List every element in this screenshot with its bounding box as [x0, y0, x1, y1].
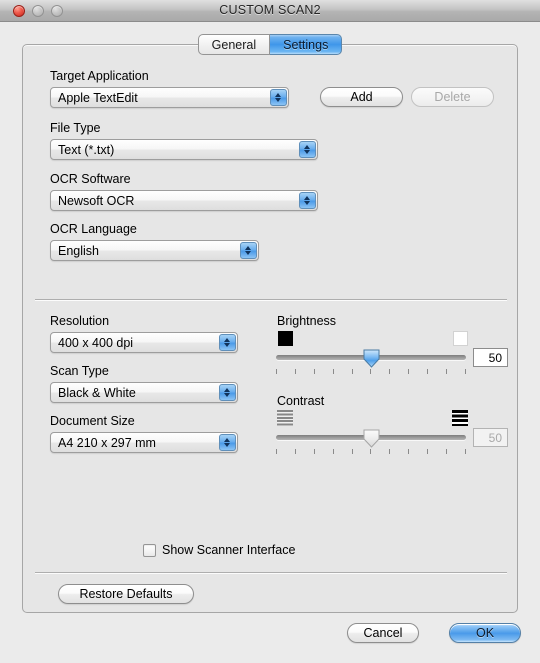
contrast-value[interactable]: 50	[473, 428, 508, 447]
ocr-language-label: OCR Language	[50, 222, 137, 236]
separator-upper	[35, 299, 507, 300]
target-application-value: Apple TextEdit	[58, 91, 138, 105]
custom-scan-dialog: CUSTOM SCAN2 General Settings Target App…	[0, 0, 540, 663]
chevron-updown-icon	[299, 141, 316, 158]
separator-lower	[35, 572, 507, 573]
high-contrast-icon	[452, 410, 468, 426]
chevron-updown-icon	[219, 434, 236, 451]
chevron-updown-icon	[219, 384, 236, 401]
scan-type-select[interactable]: Black & White	[50, 382, 238, 403]
chevron-updown-icon	[219, 334, 236, 351]
tab-general[interactable]: General	[197, 34, 271, 55]
low-contrast-icon	[277, 410, 293, 426]
chevron-updown-icon	[299, 192, 316, 209]
cancel-button[interactable]: Cancel	[347, 623, 419, 643]
title-bar: CUSTOM SCAN2	[0, 0, 540, 22]
document-size-label: Document Size	[50, 414, 135, 428]
ocr-software-value: Newsoft OCR	[58, 194, 135, 208]
document-size-value: A4 210 x 297 mm	[58, 436, 156, 450]
scan-type-label: Scan Type	[50, 364, 109, 378]
file-type-label: File Type	[50, 121, 101, 135]
white-swatch-icon	[453, 331, 468, 346]
brightness-slider-ticks	[276, 369, 466, 374]
ocr-software-label: OCR Software	[50, 172, 131, 186]
restore-defaults-button[interactable]: Restore Defaults	[58, 584, 194, 604]
resolution-label: Resolution	[50, 314, 110, 328]
show-scanner-interface-row[interactable]: Show Scanner Interface	[143, 543, 295, 557]
file-type-value: Text (*.txt)	[58, 143, 115, 157]
ok-button[interactable]: OK	[449, 623, 521, 643]
file-type-select[interactable]: Text (*.txt)	[50, 139, 318, 160]
tab-settings[interactable]: Settings	[270, 34, 343, 55]
ocr-software-select[interactable]: Newsoft OCR	[50, 190, 318, 211]
brightness-slider-thumb[interactable]	[363, 349, 380, 368]
contrast-slider-ticks	[276, 449, 466, 454]
scan-type-value: Black & White	[58, 386, 136, 400]
tab-bar: General Settings	[0, 34, 540, 55]
contrast-slider-thumb[interactable]	[363, 429, 380, 448]
brightness-value[interactable]: 50	[473, 348, 508, 367]
ocr-language-select[interactable]: English	[50, 240, 259, 261]
resolution-value: 400 x 400 dpi	[58, 336, 134, 350]
settings-panel: Target Application Apple TextEdit Add De…	[22, 44, 518, 613]
show-scanner-interface-label: Show Scanner Interface	[162, 543, 296, 557]
chevron-updown-icon	[240, 242, 257, 259]
add-button[interactable]: Add	[320, 87, 403, 107]
resolution-select[interactable]: 400 x 400 dpi	[50, 332, 238, 353]
contrast-label: Contrast	[277, 394, 325, 408]
delete-button[interactable]: Delete	[411, 87, 494, 107]
target-application-label: Target Application	[50, 69, 149, 83]
window-title: CUSTOM SCAN2	[219, 3, 321, 17]
ocr-language-value: English	[58, 244, 99, 258]
brightness-label: Brightness	[277, 314, 337, 328]
target-application-select[interactable]: Apple TextEdit	[50, 87, 289, 108]
show-scanner-interface-checkbox[interactable]	[143, 543, 156, 557]
document-size-select[interactable]: A4 210 x 297 mm	[50, 432, 238, 453]
chevron-updown-icon	[270, 89, 287, 106]
black-swatch-icon	[278, 331, 293, 346]
